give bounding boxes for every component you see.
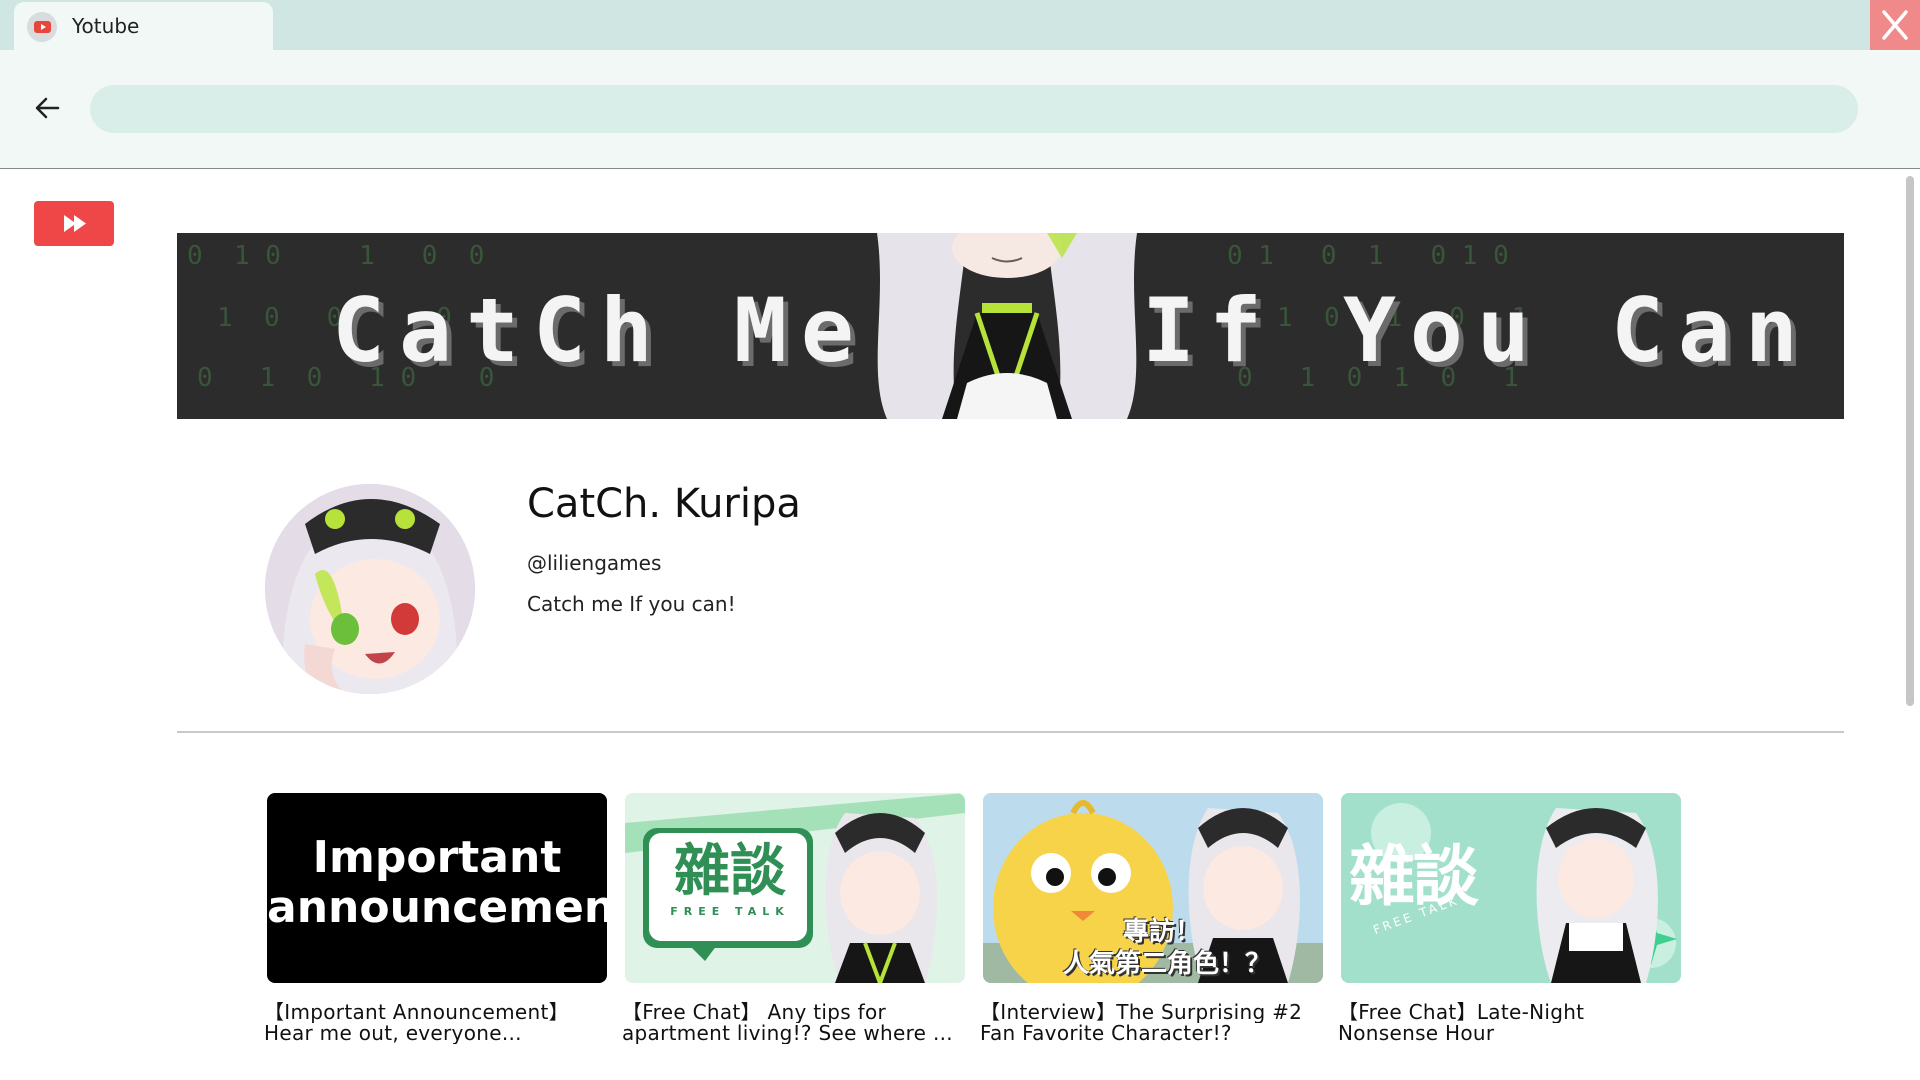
video-card[interactable]: Important announcement 【Important Announc… xyxy=(264,793,607,1044)
video-title-line: Hear me out, everyone... xyxy=(264,1023,522,1044)
banner-title-right: If You Can xyxy=(1142,279,1812,382)
video-title[interactable]: 【Free Chat】 Any tips for apartment livin… xyxy=(622,1002,970,1044)
channel-name: CatCh. Kuripa xyxy=(527,481,801,527)
video-title-line: apartment living!? See where ... xyxy=(622,1023,953,1044)
section-divider xyxy=(177,731,1844,733)
title-bar: Yotube xyxy=(0,0,1920,50)
channel-description: Catch me If you can! xyxy=(527,592,736,616)
video-thumbnail[interactable]: 雜談 FREE TALK xyxy=(625,793,965,983)
thumbnail-subtext: 人氣第二角色！？ xyxy=(1063,949,1272,979)
video-card[interactable]: 雜談 FREE TALK 【Free Chat】 Any tips for ap… xyxy=(622,793,965,1044)
back-button[interactable] xyxy=(30,90,66,126)
video-title-line: Fan Favorite Character!? xyxy=(980,1023,1232,1044)
video-title-line: 【Interview】The Surprising #2 xyxy=(980,1002,1303,1023)
channel-handle: @liliengames xyxy=(527,551,662,575)
address-input[interactable] xyxy=(90,85,1858,133)
thumbnail-text: Important announcement xyxy=(267,832,607,933)
video-title[interactable]: 【Interview】The Surprising #2 Fan Favorit… xyxy=(980,1002,1328,1044)
thumbnail-subtext: FREE TALK xyxy=(670,905,790,918)
channel-banner: 0 1 0 1 0 0 1 0 01 0 1 0 1 0 1 0 0 0 1 0… xyxy=(177,233,1844,419)
banner-character-illustration xyxy=(877,233,1137,419)
banner-title-left: CatCh Me xyxy=(332,279,868,382)
video-thumbnail[interactable]: 專訪！ 人氣第二角色！？ xyxy=(983,793,1323,983)
video-card[interactable]: 專訪！ 人氣第二角色！？ 【Interview】The Surprising #… xyxy=(980,793,1323,1044)
video-title-line: 【Free Chat】Late-Night xyxy=(1338,1002,1585,1023)
logo-button[interactable] xyxy=(34,201,114,246)
video-thumbnail[interactable]: Important announcement xyxy=(267,793,607,983)
avatar-illustration xyxy=(265,484,475,694)
thumbnail-text: 雜談 xyxy=(674,839,786,904)
browser-tab[interactable]: Yotube xyxy=(14,2,273,50)
video-title-line: 【Free Chat】 Any tips for xyxy=(622,1002,887,1023)
video-title[interactable]: 【Free Chat】Late-Night Nonsense Hour xyxy=(1338,1002,1686,1044)
video-title[interactable]: 【Important Announcement】 Hear me out, ev… xyxy=(264,1002,612,1044)
tab-title: Yotube xyxy=(72,14,140,38)
fast-forward-icon xyxy=(64,215,86,232)
navigation-bar xyxy=(0,50,1920,169)
video-title-line: Nonsense Hour xyxy=(1338,1023,1495,1044)
close-button[interactable] xyxy=(1870,0,1920,50)
channel-avatar[interactable] xyxy=(265,484,475,694)
arrow-left-icon xyxy=(35,97,60,119)
close-icon xyxy=(1882,10,1908,40)
video-card[interactable]: 雜談 FREE TALK 【Free Chat】Late-Night Nonse… xyxy=(1338,793,1681,1044)
youtube-favicon-icon xyxy=(27,12,57,42)
video-title-line: 【Important Announcement】 xyxy=(264,1002,569,1023)
scrollbar-thumb[interactable] xyxy=(1906,176,1914,706)
video-thumbnail[interactable]: 雜談 FREE TALK xyxy=(1341,793,1681,983)
